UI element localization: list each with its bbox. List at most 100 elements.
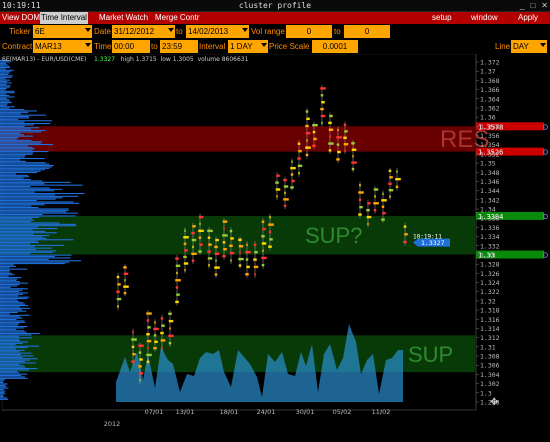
- menu-apply[interactable]: Apply: [518, 12, 538, 24]
- candle-cluster: [154, 321, 156, 324]
- low-text: low 1.3005: [160, 56, 194, 63]
- profile-bar: [0, 205, 32, 207]
- price-tick-label: 1.36: [480, 114, 496, 122]
- candle-cluster: [305, 153, 309, 157]
- candle-cluster: [253, 243, 257, 247]
- chevron-down-icon[interactable]: [85, 28, 91, 32]
- menu-view-dom[interactable]: View DOM: [2, 12, 40, 24]
- time-from-field[interactable]: 00:00: [112, 40, 150, 53]
- candle-cluster: [336, 143, 340, 146]
- chevron-down-icon[interactable]: [85, 43, 91, 47]
- time-to-field[interactable]: 23:59: [160, 40, 198, 53]
- price-tick-label: 1.356: [480, 132, 500, 140]
- candle-cluster: [261, 256, 267, 260]
- candle-cluster: [320, 114, 326, 118]
- price-tick-label: 1.342: [480, 196, 500, 204]
- candle-cluster: [160, 317, 164, 320]
- profile-bar: [0, 214, 43, 216]
- chevron-down-icon[interactable]: [540, 43, 546, 47]
- profile-bar: [0, 174, 28, 176]
- price-tick-label: 1.328: [480, 261, 500, 269]
- profile-bar: [0, 341, 29, 343]
- profile-bar: [0, 268, 28, 270]
- date-label: Date: [94, 27, 111, 36]
- ticker-field[interactable]: 6E: [33, 25, 92, 38]
- profile-bar: [0, 351, 20, 353]
- vol-from-field[interactable]: 0: [286, 25, 332, 38]
- candle-cluster: [395, 185, 399, 189]
- profile-bar: [0, 232, 57, 234]
- tag-marker: D: [543, 214, 548, 221]
- price-tick-label: 1.308: [480, 353, 500, 361]
- menu-market-watch[interactable]: Market Watch: [99, 12, 148, 24]
- contract-field[interactable]: MAR13: [33, 40, 92, 53]
- profile-bar: [0, 393, 6, 395]
- menu-merge-contr[interactable]: Merge Contr: [155, 12, 199, 24]
- candle-cluster: [283, 185, 289, 188]
- chevron-down-icon[interactable]: [168, 28, 174, 32]
- chevron-down-icon[interactable]: [261, 43, 267, 47]
- profile-bar: [0, 370, 18, 372]
- candle-cluster: [321, 101, 325, 104]
- date-from-field[interactable]: 31/12/2012: [112, 25, 175, 38]
- profile-bar: [0, 216, 40, 218]
- candle-cluster: [381, 205, 385, 208]
- candle-cluster: [230, 259, 232, 262]
- profile-bar: [0, 251, 53, 253]
- date-to-field[interactable]: 14/02/2013: [186, 25, 249, 38]
- candle-cluster: [192, 245, 194, 249]
- cluster-profile-chart[interactable]: RES1.3578 D1.3526 DSUP?1.3384 D1.33 DSUP1.37…: [0, 53, 550, 440]
- profile-bar: [0, 368, 38, 370]
- zone-label: SUP: [408, 342, 453, 367]
- candle-cluster: [328, 121, 332, 125]
- chart-area[interactable]: RES 1.3578 D 1.3526 D SUP? 1.3384 D 1.33 D SUP 1.37…: [0, 53, 550, 440]
- candle-cluster: [191, 259, 195, 262]
- vol-to-field[interactable]: 0: [344, 25, 390, 38]
- profile-bar: [0, 160, 26, 162]
- maximize-icon[interactable]: □: [530, 1, 535, 10]
- candle-cluster: [116, 297, 122, 301]
- profile-bar: [0, 177, 24, 179]
- profile-bar: [0, 324, 18, 326]
- time-tick-label: 24/01: [257, 408, 276, 416]
- candle-cluster: [161, 324, 165, 327]
- price-tick-label: 1.312: [480, 334, 500, 342]
- candle-cluster: [153, 327, 159, 331]
- candle-cluster: [138, 365, 142, 368]
- tag-marker: D: [543, 124, 548, 131]
- candle-cluster: [154, 340, 158, 344]
- candle-cluster: [238, 257, 244, 261]
- profile-bar: [0, 226, 39, 228]
- profile-bar: [0, 190, 55, 192]
- candle-cluster: [199, 243, 203, 246]
- window-controls: _ □ ✕: [514, 0, 548, 11]
- candle-cluster: [191, 252, 197, 256]
- line-field[interactable]: DAY: [511, 40, 547, 53]
- vol-range-label: Vol range: [251, 27, 285, 36]
- menu-window[interactable]: window: [471, 12, 498, 24]
- profile-bar: [0, 246, 35, 248]
- candle-cluster: [184, 229, 186, 232]
- profile-bar: [0, 158, 45, 160]
- chevron-down-icon[interactable]: [242, 28, 248, 32]
- minimize-icon[interactable]: _: [520, 1, 524, 10]
- candle-cluster: [283, 178, 287, 182]
- profile-bar: [0, 117, 30, 119]
- candle-cluster: [396, 170, 398, 173]
- profile-bar: [0, 313, 10, 315]
- candle-cluster: [229, 229, 233, 233]
- close-icon[interactable]: ✕: [541, 1, 548, 10]
- candle-cluster: [403, 225, 407, 228]
- menu-time-interval[interactable]: Time Interval: [40, 12, 88, 24]
- candle-cluster: [290, 173, 294, 176]
- candle-cluster: [238, 238, 242, 242]
- candle-cluster: [223, 248, 227, 251]
- symbol-text: 6E(MAR13) - EUR/USD(CME): [2, 56, 87, 63]
- price-scale-field[interactable]: 0.0001: [312, 40, 358, 53]
- interval-field[interactable]: 1 DAY: [228, 40, 268, 53]
- candle-cluster: [168, 319, 174, 323]
- profile-bar: [0, 312, 18, 314]
- candle-cluster: [276, 195, 278, 198]
- menu-setup[interactable]: setup: [432, 12, 452, 24]
- candle-cluster: [305, 124, 309, 128]
